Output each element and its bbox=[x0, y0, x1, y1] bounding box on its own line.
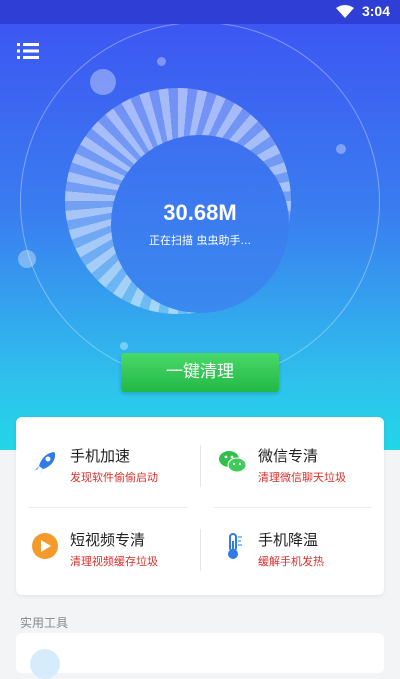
bubble bbox=[157, 57, 166, 66]
wifi-icon bbox=[336, 5, 354, 18]
rocket-icon bbox=[34, 452, 56, 474]
bubble bbox=[18, 250, 36, 268]
wechat-icon bbox=[219, 451, 247, 473]
divider bbox=[200, 445, 201, 487]
divider bbox=[214, 507, 372, 508]
menu-icon[interactable] bbox=[17, 42, 39, 60]
bubble bbox=[336, 144, 346, 154]
feature-title: 手机降温 bbox=[258, 531, 319, 549]
feature-wechat-clean[interactable]: 微信专清 清理微信聊天垃圾 bbox=[208, 437, 378, 491]
status-time: 3:04 bbox=[361, 3, 390, 19]
thermometer-icon bbox=[228, 533, 242, 559]
feature-phone-boost[interactable]: 手机加速 发现软件偷偷启动 bbox=[20, 437, 190, 491]
features-card: 手机加速 发现软件偷偷启动 微信专清 清理微信聊天垃圾 短视频专清 清理视频缓存… bbox=[16, 417, 384, 595]
feature-title: 手机加速 bbox=[70, 447, 131, 465]
feature-subtitle: 发现软件偷偷启动 bbox=[70, 471, 158, 484]
feature-subtitle: 清理微信聊天垃圾 bbox=[258, 471, 346, 484]
tools-card bbox=[16, 633, 384, 679]
junk-size: 30.68M bbox=[163, 200, 237, 225]
section-label: 实用工具 bbox=[20, 616, 69, 630]
bubble bbox=[120, 342, 128, 350]
one-click-clean-button[interactable]: 一键清理 bbox=[121, 353, 279, 392]
bubble bbox=[90, 69, 116, 95]
feature-phone-cooling[interactable]: 手机降温 缓解手机发热 bbox=[208, 521, 378, 575]
scan-status: 正在扫描 虫虫助手... bbox=[149, 234, 251, 247]
feature-title: 微信专清 bbox=[258, 447, 319, 465]
feature-short-video-clean[interactable]: 短视频专清 清理视频缓存垃圾 bbox=[20, 521, 190, 575]
feature-subtitle: 缓解手机发热 bbox=[258, 555, 324, 568]
tool-icon[interactable] bbox=[30, 649, 60, 679]
status-bar: 3:04 bbox=[0, 0, 400, 24]
divider bbox=[28, 507, 188, 508]
play-icon bbox=[32, 533, 58, 559]
feature-subtitle: 清理视频缓存垃圾 bbox=[70, 555, 158, 568]
divider bbox=[200, 529, 201, 571]
feature-title: 短视频专清 bbox=[70, 531, 146, 549]
